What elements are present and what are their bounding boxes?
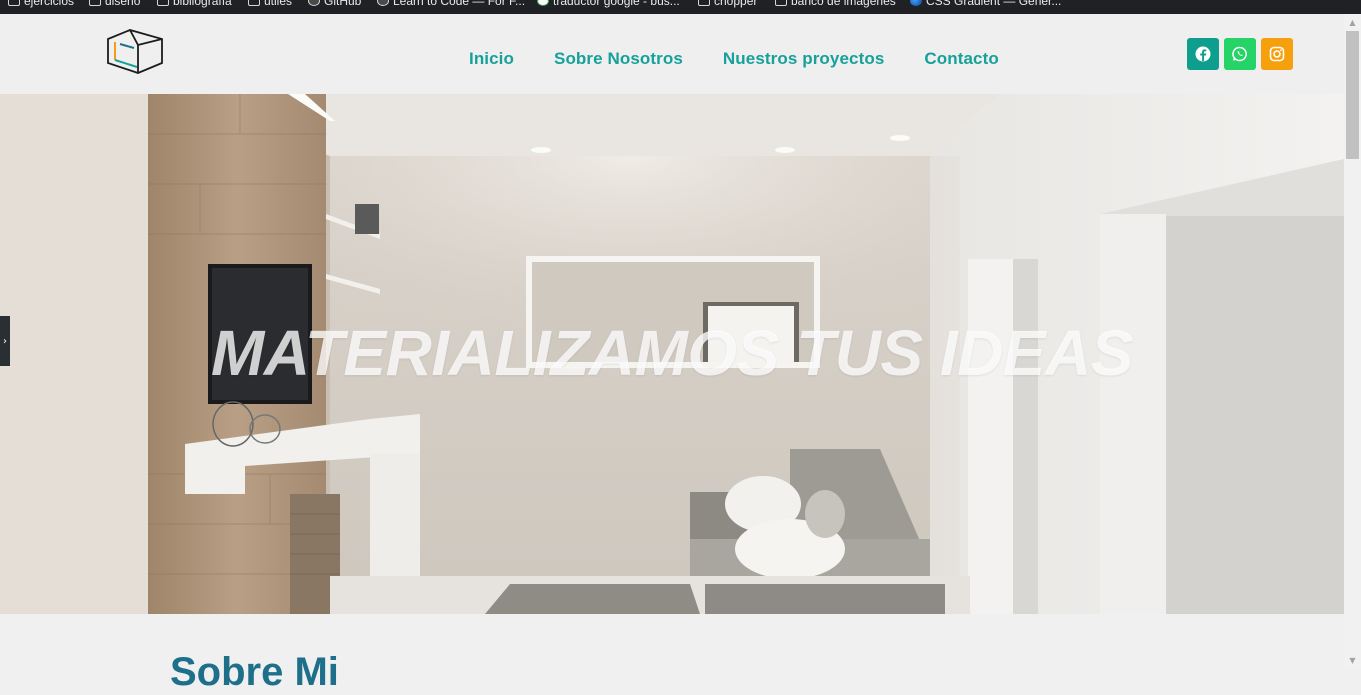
bookmark-utiles[interactable]: útiles [248,0,292,8]
nav-link-contacto[interactable]: Contacto [924,49,998,69]
scroll-down-arrow-icon[interactable]: ▼ [1344,652,1361,669]
hero-title: MATERIALIZAMOS TUS IDEAS [211,317,1133,389]
chevron-right-icon: › [3,335,7,347]
whatsapp-button[interactable] [1224,38,1256,70]
hero-banner: MATERIALIZAMOS TUS IDEAS [0,94,1344,614]
main-nav: Inicio Sobre Nosotros Nuestros proyectos… [469,49,1039,69]
slider-next-arrow[interactable]: › [0,316,10,366]
bookmark-css-gradient[interactable]: CSS Gradient — Gener... [910,0,1061,8]
folder-icon [157,0,169,6]
facebook-icon [1195,46,1211,62]
bookmark-ejercicios[interactable]: ejercicios [8,0,74,8]
nav-link-inicio[interactable]: Inicio [469,49,514,69]
cube-logo-icon [107,29,163,74]
bookmark-banco-imagenes[interactable]: banco de imágenes [775,0,896,8]
site-logo[interactable] [106,27,164,77]
bookmark-learn-to-code[interactable]: Learn to Code — For F... [377,0,525,8]
site-header: Inicio Sobre Nosotros Nuestros proyectos… [0,14,1344,94]
section-title: Sobre Mi [170,650,339,694]
page-scrollbar[interactable]: ▲ ▼ [1344,14,1361,669]
folder-icon [8,0,20,6]
social-links [1187,38,1293,70]
folder-icon [89,0,101,6]
bookmark-github[interactable]: GitHub [308,0,361,8]
google-icon [537,0,549,6]
whatsapp-icon [1232,46,1247,62]
github-icon [308,0,320,6]
nav-link-sobre-nosotros[interactable]: Sobre Nosotros [554,49,683,69]
nav-link-nuestros-proyectos[interactable]: Nuestros proyectos [723,49,884,69]
bookmark-diseno[interactable]: diseño [89,0,140,8]
bookmarks-bar: ejercicios diseño bibliografía útiles Gi… [0,0,1361,14]
bookmark-chopper[interactable]: chopper [698,0,757,8]
about-section: Sobre Mi [0,614,1344,694]
folder-icon [775,0,787,6]
instagram-button[interactable] [1261,38,1293,70]
folder-icon [248,0,260,6]
scroll-up-arrow-icon[interactable]: ▲ [1344,14,1361,31]
freecodecamp-icon [377,0,389,6]
cssgradient-icon [910,0,922,6]
scroll-thumb[interactable] [1346,31,1359,159]
folder-icon [698,0,710,6]
bookmark-traductor[interactable]: traductor google - bus... [537,0,680,8]
facebook-button[interactable] [1187,38,1219,70]
bookmark-bibliografia[interactable]: bibliografía [157,0,232,8]
instagram-icon [1269,46,1285,62]
